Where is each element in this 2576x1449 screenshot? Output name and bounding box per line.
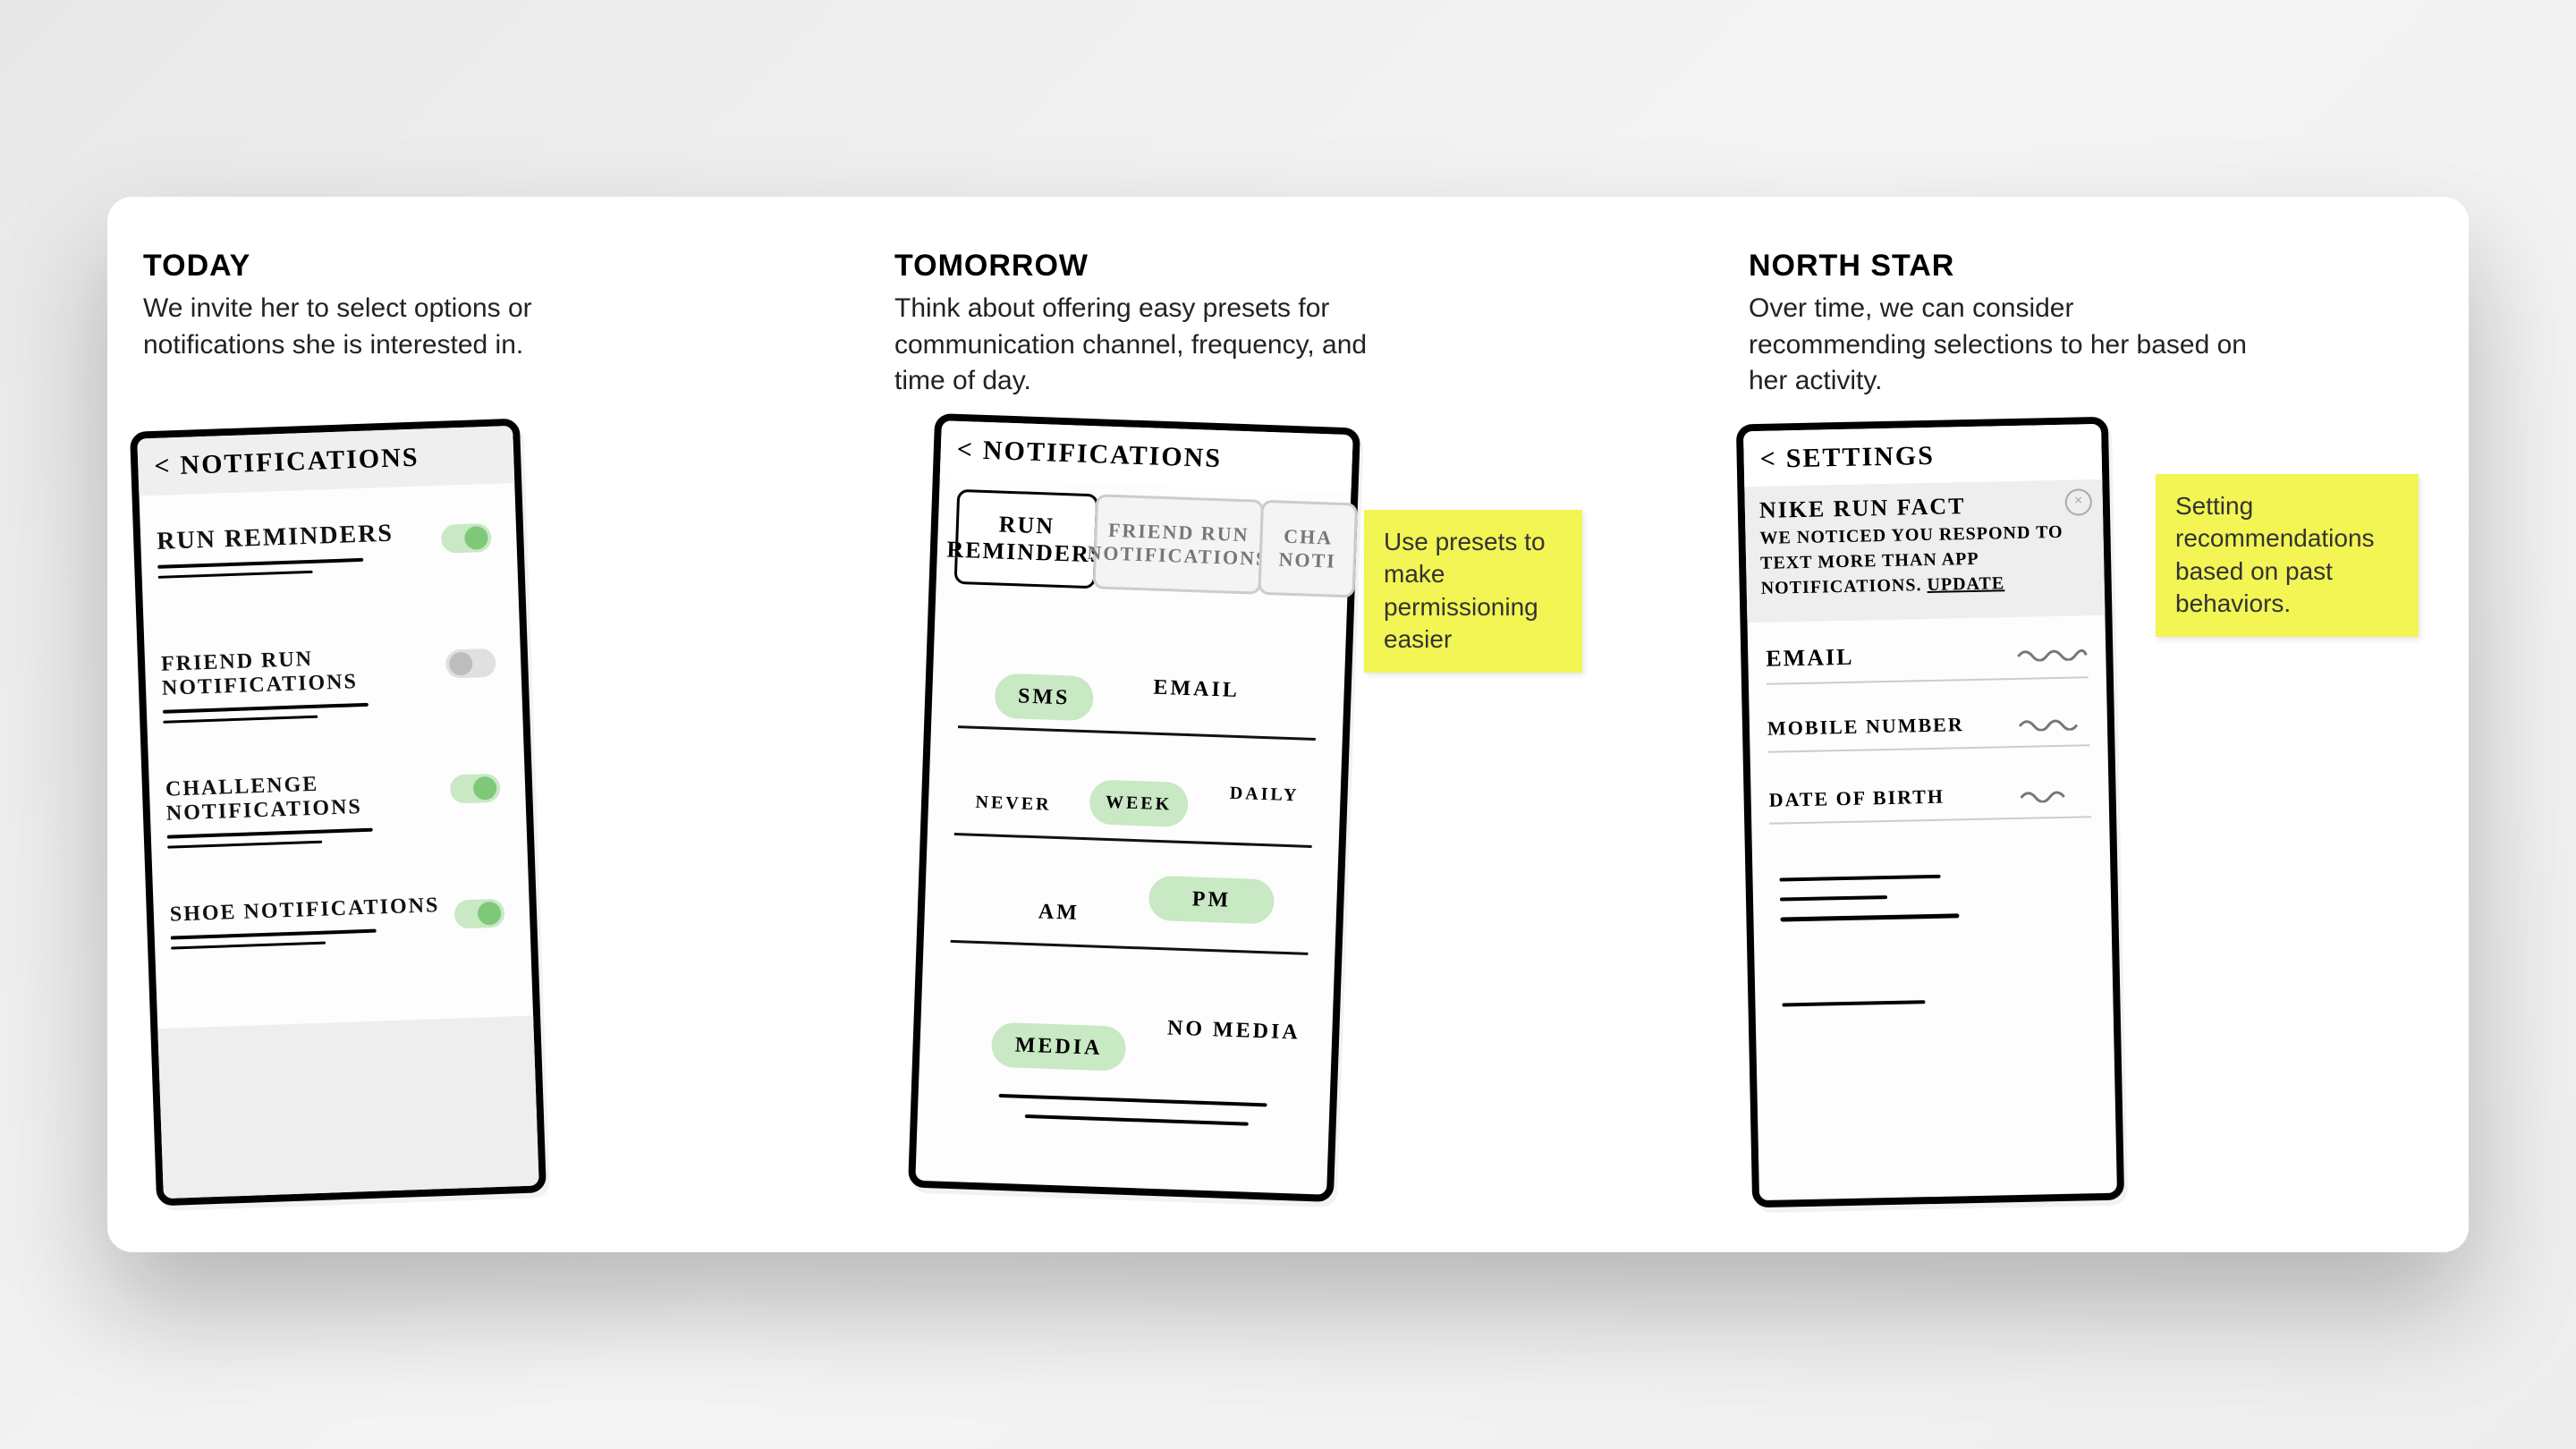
row-challenge[interactable]: CHALLENGE NOTIFICATIONS xyxy=(165,757,512,868)
phone-tomorrow: < NOTIFICATIONS RUN REMINDERS FRIEND RUN… xyxy=(908,413,1360,1202)
tomorrow-title: TOMORROW xyxy=(894,249,1467,284)
phoneA-header: < NOTIFICATIONS xyxy=(137,426,514,496)
field-email[interactable]: EMAIL xyxy=(1766,639,2089,685)
toggle-challenge[interactable] xyxy=(450,774,501,804)
pill-sms[interactable]: SMS xyxy=(994,674,1094,722)
filler-lines xyxy=(1780,874,1960,937)
tomorrow-body: Think about offering easy presets for co… xyxy=(894,291,1395,400)
phoneB-header: < NOTIFICATIONS xyxy=(940,420,1353,492)
col-northstar: NORTH STAR Over time, we can consider re… xyxy=(1749,249,2321,400)
back-icon[interactable]: < xyxy=(1759,445,1777,475)
sticky-recs: Setting recommendations based on past be… xyxy=(2156,474,2419,637)
toggle-shoe[interactable] xyxy=(454,899,505,929)
pill-pm[interactable]: PM xyxy=(1148,876,1275,925)
update-link[interactable]: UPDATE xyxy=(1927,573,2004,595)
toggle-friend-run[interactable] xyxy=(445,648,496,679)
roadmap-card: TODAY We invite her to select options or… xyxy=(107,197,2469,1252)
sticky-presets: Use presets to make permissioning easier xyxy=(1364,510,1582,673)
recommendation-banner: NIKE RUN FACT WE NOTICED YOU RESPOND TO … xyxy=(1744,479,2105,623)
tab-run-reminders[interactable]: RUN REMINDERS xyxy=(954,489,1099,589)
pill-never[interactable]: NEVER xyxy=(963,779,1063,827)
pill-email[interactable]: EMAIL xyxy=(1138,665,1256,714)
today-body: We invite her to select options or notif… xyxy=(143,291,644,363)
row-friend-run[interactable]: FRIEND RUN NOTIFICATIONS xyxy=(160,631,507,742)
field-mobile[interactable]: MOBILE NUMBER xyxy=(1767,710,2090,753)
today-title: TODAY xyxy=(143,249,716,284)
pill-nomedia[interactable]: NO MEDIA xyxy=(1162,1005,1307,1055)
phone-today: < NOTIFICATIONS RUN REMINDERS FRIEND RUN… xyxy=(130,419,547,1207)
row-run-reminders[interactable]: RUN REMINDERS xyxy=(156,507,502,598)
phone-northstar: < SETTINGS NIKE RUN FACT WE NOTICED YOU … xyxy=(1736,417,2124,1208)
pill-am[interactable]: AM xyxy=(1013,888,1105,936)
back-icon[interactable]: < xyxy=(956,435,974,466)
pill-week[interactable]: WEEK xyxy=(1089,779,1189,827)
pill-daily[interactable]: DAILY xyxy=(1215,770,1315,818)
back-icon[interactable]: < xyxy=(154,451,172,482)
filler-lines-2 xyxy=(1782,999,1961,1022)
col-today: TODAY We invite her to select options or… xyxy=(143,249,716,363)
col-tomorrow: TOMORROW Think about offering easy prese… xyxy=(894,249,1467,400)
tab-friend-run[interactable]: FRIEND RUN NOTIFICATIONS xyxy=(1093,494,1265,594)
row-shoe[interactable]: SHOE NOTIFICATIONS xyxy=(169,882,515,969)
field-dob[interactable]: DATE OF BIRTH xyxy=(1768,782,2091,825)
pill-media[interactable]: MEDIA xyxy=(991,1022,1127,1072)
northstar-title: NORTH STAR xyxy=(1749,249,2321,284)
northstar-body: Over time, we can consider recommending … xyxy=(1749,291,2250,400)
phoneC-header: < SETTINGS xyxy=(1743,424,2102,488)
tab-cha[interactable]: CHA NOTI xyxy=(1258,500,1358,598)
toggle-run-reminders[interactable] xyxy=(441,523,492,554)
